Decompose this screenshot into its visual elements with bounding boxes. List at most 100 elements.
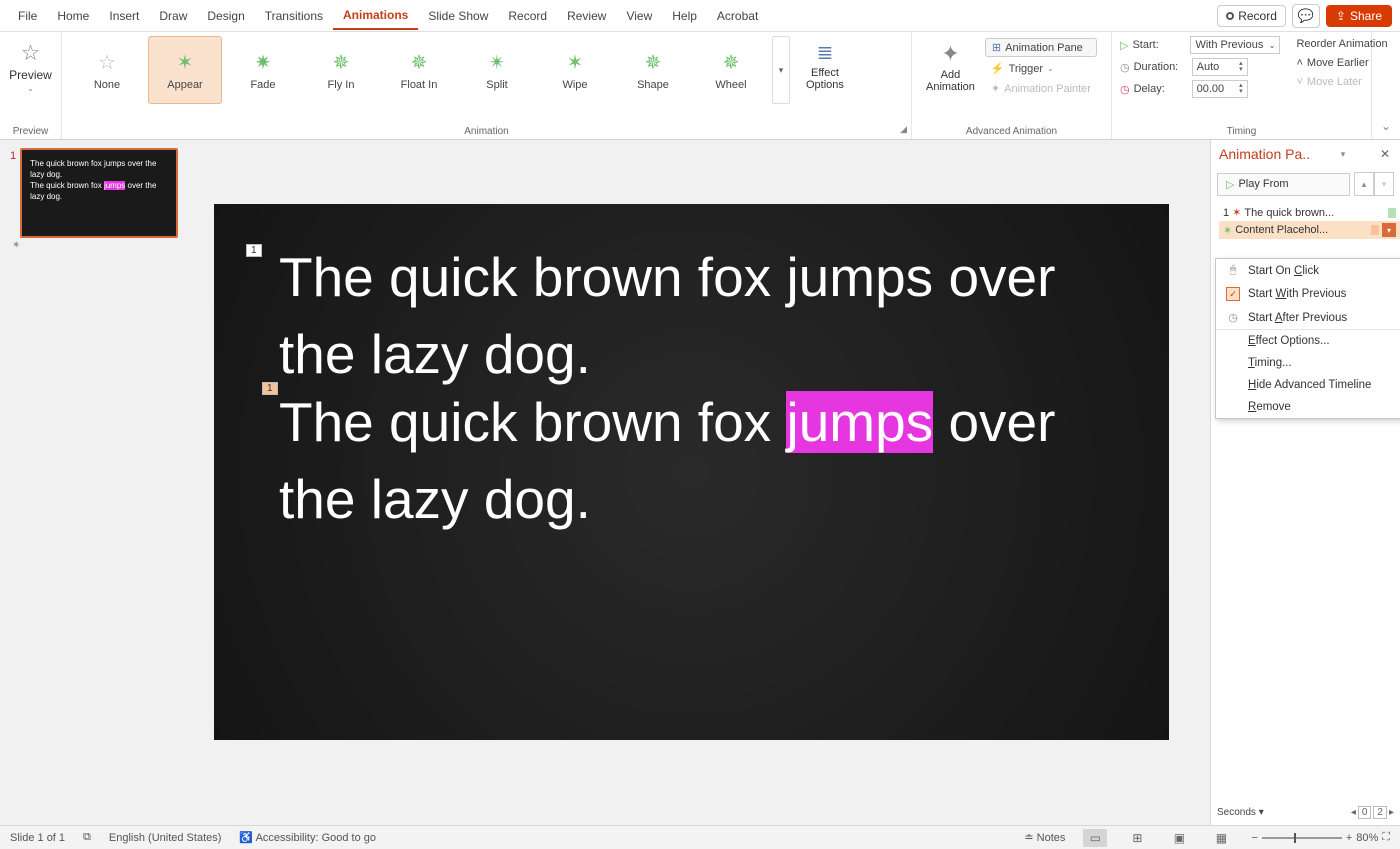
animation-item-1[interactable]: 1 ✶ The quick brown... bbox=[1219, 204, 1400, 221]
animation-tag-1[interactable]: 1 bbox=[246, 244, 262, 257]
gallery-fade[interactable]: ✷Fade bbox=[226, 36, 300, 104]
add-animation-button[interactable]: ✦ Add Animation bbox=[920, 36, 981, 97]
animation-pane-button[interactable]: ⊞Animation Pane bbox=[985, 38, 1097, 57]
menu-home[interactable]: Home bbox=[47, 3, 99, 29]
menu-record[interactable]: Record bbox=[498, 3, 557, 29]
gallery-split[interactable]: ✴Split bbox=[460, 36, 534, 104]
effect-options-button[interactable]: ≣ Effect Options bbox=[800, 36, 850, 95]
animation-item-dropdown[interactable]: ▾ bbox=[1382, 223, 1396, 237]
slideshow-view-icon[interactable]: ▦ bbox=[1209, 829, 1233, 847]
pane-move-down[interactable]: ▾ bbox=[1374, 172, 1394, 196]
play-from-button[interactable]: ▷Play From bbox=[1217, 173, 1350, 196]
slide[interactable]: 1 1 The quick brown fox jumps over the l… bbox=[214, 204, 1169, 740]
slide-text-2[interactable]: The quick brown fox jumps over the lazy … bbox=[279, 384, 1129, 538]
delay-icon: ◷ bbox=[1120, 83, 1130, 96]
start-label: Start: bbox=[1132, 39, 1186, 51]
menu-insert[interactable]: Insert bbox=[99, 3, 149, 29]
duration-input[interactable]: Auto▴▾ bbox=[1192, 58, 1248, 76]
zoom-control[interactable]: − + 80% ⛶ bbox=[1251, 831, 1390, 844]
animation-item-2[interactable]: ✶ Content Placehol... ▾ bbox=[1219, 221, 1400, 239]
notes-button[interactable]: ≐ Notes bbox=[1024, 831, 1065, 844]
pane-move-up[interactable]: ▴ bbox=[1354, 172, 1374, 196]
check-icon: ✓ bbox=[1226, 287, 1240, 301]
gallery-flyin[interactable]: ✵Fly In bbox=[304, 36, 378, 104]
star-icon: ☆ bbox=[21, 40, 41, 66]
language-status[interactable]: English (United States) bbox=[109, 832, 222, 844]
ctx-hide-timeline[interactable]: Hide Advanced Timeline bbox=[1216, 374, 1400, 396]
animation-painter-button: ✦Animation Painter bbox=[985, 80, 1097, 97]
menu-acrobat[interactable]: Acrobat bbox=[707, 3, 768, 29]
sorter-view-icon[interactable]: ⊞ bbox=[1125, 829, 1149, 847]
ctx-effect-options[interactable]: Effect Options... bbox=[1216, 329, 1400, 352]
animation-pane-menu[interactable]: ▾ bbox=[1341, 149, 1346, 160]
animation-pane-footer: Seconds ▾ ◂02▸ bbox=[1211, 806, 1400, 819]
clock-icon: ◷ bbox=[1120, 61, 1130, 74]
seconds-button[interactable]: Seconds ▾ bbox=[1217, 807, 1264, 818]
preview-label: Preview bbox=[9, 68, 52, 82]
ctx-remove[interactable]: Remove bbox=[1216, 396, 1400, 418]
share-button[interactable]: ⇪Share bbox=[1326, 5, 1392, 27]
menu-transitions[interactable]: Transitions bbox=[255, 3, 333, 29]
effect-options-label: Effect Options bbox=[806, 67, 844, 91]
zoom-value[interactable]: 80% bbox=[1356, 832, 1378, 844]
pane-icon: ⊞ bbox=[992, 41, 1001, 54]
menu-file[interactable]: File bbox=[8, 3, 47, 29]
accessibility-status[interactable]: ♿ Accessibility: Good to go bbox=[239, 831, 376, 844]
ctx-start-with-previous[interactable]: ✓Start With Previous bbox=[1216, 282, 1400, 306]
menu-help[interactable]: Help bbox=[662, 3, 707, 29]
menu-slideshow[interactable]: Slide Show bbox=[418, 3, 498, 29]
delay-input[interactable]: 00.00▴▾ bbox=[1192, 80, 1248, 98]
zoom-slider[interactable] bbox=[1262, 837, 1342, 839]
animation-pane-close[interactable]: ✕ bbox=[1376, 147, 1394, 161]
preview-button[interactable]: ☆ Preview ⌄ bbox=[8, 36, 53, 97]
slide-canvas-area[interactable]: 1 1 The quick brown fox jumps over the l… bbox=[200, 140, 1210, 825]
status-icon[interactable]: ⧉ bbox=[83, 831, 91, 844]
gallery-shape[interactable]: ✵Shape bbox=[616, 36, 690, 104]
gallery-none[interactable]: ☆None bbox=[70, 36, 144, 104]
play-icon: ▷ bbox=[1226, 178, 1234, 191]
workspace: 1 The quick brown fox jumps over the laz… bbox=[0, 140, 1400, 825]
menu-view[interactable]: View bbox=[616, 3, 662, 29]
dialog-launcher-animation[interactable]: ◢ bbox=[900, 124, 907, 135]
gallery-floatin[interactable]: ✵Float In bbox=[382, 36, 456, 104]
menubar: File Home Insert Draw Design Transitions… bbox=[0, 0, 1400, 32]
appear-icon: ✶ bbox=[177, 50, 194, 75]
start-dropdown[interactable]: With Previous⌄ bbox=[1190, 36, 1280, 54]
ctx-start-after-previous[interactable]: ◷Start After Previous bbox=[1216, 306, 1400, 329]
move-earlier-button[interactable]: ˄Move Earlier bbox=[1290, 55, 1393, 71]
zoom-in-icon[interactable]: + bbox=[1346, 832, 1352, 844]
ctx-start-on-click[interactable]: 🖱Start On Click bbox=[1216, 259, 1400, 282]
menu-design[interactable]: Design bbox=[197, 3, 254, 29]
group-label-preview: Preview bbox=[0, 126, 61, 137]
reorder-label: Reorder Animation bbox=[1290, 36, 1393, 52]
zoom-out-icon[interactable]: − bbox=[1251, 832, 1257, 844]
comments-button[interactable]: 💬 bbox=[1292, 4, 1320, 28]
star-icon: ✶ bbox=[1223, 224, 1232, 237]
gallery-appear[interactable]: ✶Appear bbox=[148, 36, 222, 104]
reading-view-icon[interactable]: ▣ bbox=[1167, 829, 1191, 847]
click-icon: 🖱 bbox=[1226, 264, 1240, 277]
slide-thumbnail-1[interactable]: The quick brown fox jumps over the lazy … bbox=[20, 148, 178, 238]
animation-context-menu: 🖱Start On Click ✓Start With Previous ◷St… bbox=[1215, 258, 1400, 419]
timeline-ruler[interactable]: ◂02▸ bbox=[1351, 806, 1394, 819]
trigger-button[interactable]: ⚡Trigger ⌄ bbox=[985, 60, 1097, 77]
animation-tag-2[interactable]: 1 bbox=[262, 382, 278, 395]
menu-animations[interactable]: Animations bbox=[333, 2, 418, 30]
add-animation-label: Add Animation bbox=[926, 69, 975, 93]
slide-text-1[interactable]: The quick brown fox jumps over the lazy … bbox=[279, 239, 1129, 393]
fit-to-window-icon[interactable]: ⛶ bbox=[1382, 831, 1390, 844]
gallery-more[interactable]: ▾ bbox=[772, 36, 790, 104]
gallery-wheel[interactable]: ✵Wheel bbox=[694, 36, 768, 104]
effect-options-icon: ≣ bbox=[817, 40, 834, 65]
ribbon-group-animation: ☆None ✶Appear ✷Fade ✵Fly In ✵Float In ✴S… bbox=[62, 32, 912, 139]
ribbon-group-preview: ☆ Preview ⌄ Preview bbox=[0, 32, 62, 139]
split-icon: ✴ bbox=[489, 50, 506, 75]
menu-draw[interactable]: Draw bbox=[149, 3, 197, 29]
ctx-timing[interactable]: Timing... bbox=[1216, 352, 1400, 374]
gallery-wipe[interactable]: ✶Wipe bbox=[538, 36, 612, 104]
duration-label: Duration: bbox=[1134, 61, 1188, 73]
record-button[interactable]: Record bbox=[1217, 5, 1286, 27]
menu-review[interactable]: Review bbox=[557, 3, 616, 29]
record-label: Record bbox=[1238, 9, 1277, 23]
normal-view-icon[interactable]: ▭ bbox=[1083, 829, 1107, 847]
